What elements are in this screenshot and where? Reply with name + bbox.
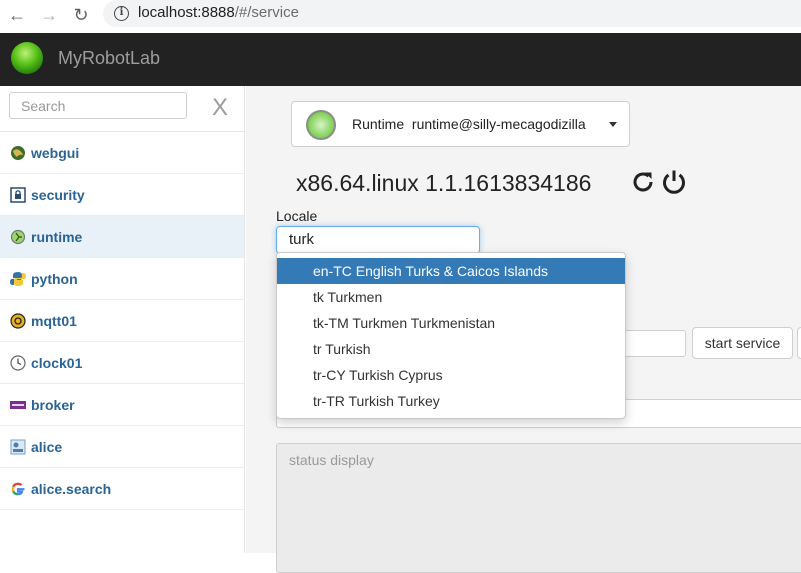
- url-text[interactable]: localhost:8888/#/service: [138, 4, 299, 21]
- runtime-service-icon: [306, 110, 336, 140]
- power-icon[interactable]: [660, 168, 688, 196]
- reload-icon[interactable]: ↻: [70, 4, 92, 26]
- locale-dropdown: en-TC English Turks & Caicos Islands tk …: [276, 252, 626, 419]
- locale-option[interactable]: tk-TM Turkmen Turkmenistan: [277, 310, 625, 336]
- caret-down-icon: [609, 122, 617, 127]
- sidebar-item-label: webgui: [31, 144, 80, 161]
- locale-option[interactable]: tr-CY Turkish Cyprus: [277, 362, 625, 388]
- mqtt-icon: [10, 312, 26, 329]
- service-select-dropdown[interactable]: Runtime runtime@silly-mecagodizilla: [291, 101, 630, 147]
- google-icon: [11, 482, 25, 495]
- locale-label: Locale: [276, 208, 318, 224]
- address-bar[interactable]: i localhost:8888/#/service: [103, 0, 801, 27]
- python-icon: [10, 271, 26, 286]
- locale-option[interactable]: tr Turkish: [277, 336, 625, 362]
- sidebar-item-label: alice.search: [31, 480, 112, 497]
- status-display: status display: [276, 443, 801, 573]
- refresh-icon[interactable]: [630, 169, 656, 195]
- sidebar-item-label: runtime: [31, 228, 83, 245]
- app-title[interactable]: MyRobotLab: [58, 48, 160, 69]
- service-select-label: Runtime runtime@silly-mecagodizilla: [352, 116, 586, 132]
- sidebar-item-label: alice: [31, 438, 63, 455]
- sidebar-item-security[interactable]: security: [0, 174, 244, 216]
- extra-button[interactable]: [797, 327, 801, 359]
- broker-icon: [10, 400, 26, 409]
- sidebar-item-mqtt01[interactable]: mqtt01: [0, 300, 244, 342]
- sidebar-item-alice-search[interactable]: alice.search: [0, 468, 244, 510]
- myrobotlab-logo-icon[interactable]: [11, 42, 43, 74]
- sidebar-item-python[interactable]: python: [0, 258, 244, 300]
- forward-icon[interactable]: →: [38, 4, 60, 26]
- lock-icon: [10, 186, 26, 203]
- sidebar-item-label: mqtt01: [31, 312, 77, 329]
- search-input[interactable]: [9, 92, 187, 119]
- locale-input[interactable]: turk: [276, 226, 480, 254]
- back-icon[interactable]: ←: [6, 4, 28, 26]
- app-header: MyRobotLab: [0, 33, 801, 86]
- sidebar-item-alice[interactable]: alice: [0, 426, 244, 468]
- sidebar: X webgui security runtime python mqtt01 …: [0, 86, 245, 553]
- sidebar-item-runtime[interactable]: runtime: [0, 216, 244, 258]
- sidebar-item-label: broker: [31, 396, 75, 413]
- close-search-button[interactable]: X: [212, 94, 228, 122]
- clock-icon: [10, 354, 26, 371]
- locale-option[interactable]: tr-TR Turkish Turkey: [277, 388, 625, 414]
- sidebar-item-clock01[interactable]: clock01: [0, 342, 244, 384]
- service-list: webgui security runtime python mqtt01 cl…: [0, 131, 244, 510]
- locale-option[interactable]: tk Turkmen: [277, 284, 625, 310]
- sidebar-item-label: python: [31, 270, 78, 287]
- globe-icon: [11, 145, 25, 160]
- sidebar-item-label: security: [31, 186, 85, 203]
- locale-option[interactable]: en-TC English Turks & Caicos Islands: [277, 258, 625, 284]
- sidebar-item-broker[interactable]: broker: [0, 384, 244, 426]
- start-service-button[interactable]: start service: [692, 327, 793, 359]
- sidebar-item-webgui[interactable]: webgui: [0, 132, 244, 174]
- browser-toolbar: ← → ↻ i localhost:8888/#/service: [0, 0, 801, 33]
- platform-version: x86.64.linux 1.1.1613834186: [296, 170, 592, 196]
- alice-icon: [10, 439, 26, 454]
- site-info-icon[interactable]: i: [114, 6, 129, 21]
- runtime-icon: [10, 229, 26, 244]
- sidebar-item-label: clock01: [31, 354, 83, 371]
